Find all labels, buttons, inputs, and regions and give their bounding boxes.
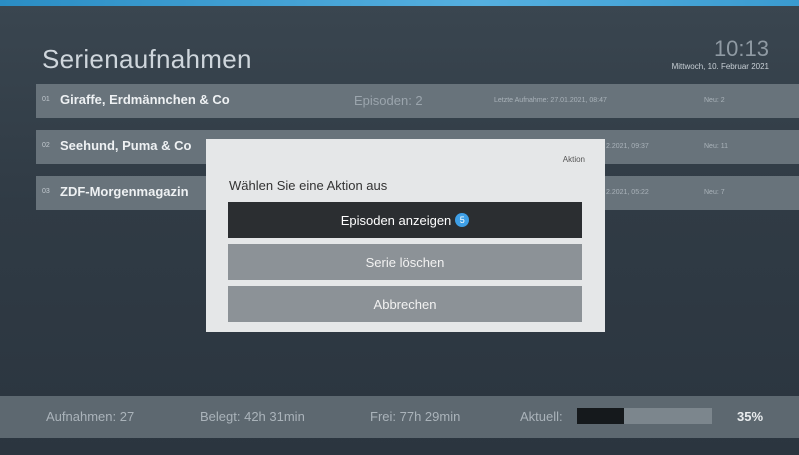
storage-progress-fill [577, 408, 625, 424]
current-label: Aktuell: [520, 409, 563, 424]
show-episodes-label: Episoden anzeigen [340, 212, 452, 228]
delete-series-button[interactable]: Serie löschen [228, 244, 582, 280]
new-count: Neu: 2 [704, 97, 725, 104]
last-recording: 2.2021, 05:22 [606, 189, 649, 196]
tv-screen: Serienaufnahmen 10:13 Mittwoch, 10. Febr… [0, 0, 799, 455]
recordings-count: Aufnahmen: 27 [46, 409, 135, 424]
storage-percent: 35% [737, 409, 764, 424]
series-title: ZDF-Morgenmagazin [60, 184, 189, 199]
dialog-header: Aktion [562, 155, 585, 164]
date: Mittwoch, 10. Februar 2021 [671, 62, 769, 71]
storage-progress [577, 408, 712, 424]
storage-free: Frei: 77h 29min [370, 409, 461, 424]
row-number: 02 [42, 142, 50, 149]
top-accent-strip [0, 0, 799, 6]
last-recording: 2.2021, 09:37 [606, 143, 649, 150]
show-episodes-button[interactable]: Episoden anzeigen 5 [228, 202, 582, 238]
series-title: Seehund, Puma & Co [60, 138, 192, 153]
storage-bar: Aufnahmen: 27 Belegt: 42h 31min Frei: 77… [0, 396, 799, 438]
page-title: Serienaufnahmen [42, 44, 252, 74]
cancel-button[interactable]: Abbrechen [228, 286, 582, 322]
new-count: Neu: 7 [704, 189, 725, 196]
series-title: Giraffe, Erdmännchen & Co [60, 92, 230, 107]
new-count: Neu: 11 [704, 143, 728, 150]
last-recording: Letzte Aufnahme: 27.01.2021, 08:47 [494, 97, 607, 104]
row-number: 03 [42, 188, 50, 195]
row-number: 01 [42, 96, 50, 103]
action-dialog: Aktion Wählen Sie eine Aktion aus Episod… [206, 139, 605, 332]
storage-used: Belegt: 42h 31min [200, 409, 305, 424]
clock: 10:13 [713, 36, 769, 61]
episode-count-badge: 5 [455, 213, 470, 227]
dialog-prompt: Wählen Sie eine Aktion aus [229, 178, 388, 193]
episode-count: Episoden: 2 [354, 93, 423, 108]
recording-row[interactable]: 01 Giraffe, Erdmännchen & Co Episoden: 2… [36, 84, 799, 118]
